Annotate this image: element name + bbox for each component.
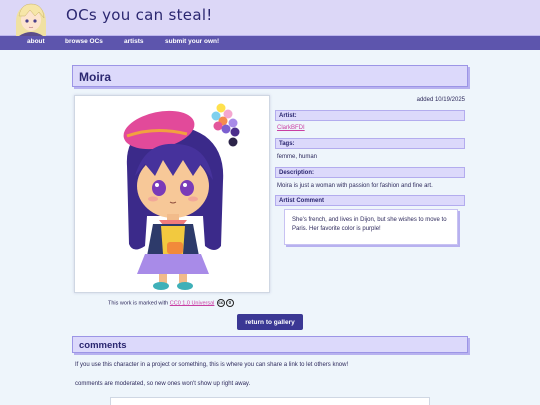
color-palette [211,103,240,147]
nav-link-artists[interactable]: artists [124,38,144,45]
site-title: OCs you can steal! [66,6,213,24]
character-name: Moira [79,70,112,84]
character-title-bar: Moira [72,65,468,87]
artist-heading: Artist: [275,110,465,121]
description-value: Moira is just a woman with passion for f… [277,183,433,189]
palette-dot [228,118,238,128]
palette-dot [221,124,231,134]
nav-link-browse[interactable]: browse OCs [65,38,103,45]
character-image [74,95,270,293]
main-nav: about browse OCs artists submit your own… [0,36,540,50]
license-prefix: This work is marked with [108,300,169,307]
artist-comment-box: She's french, and lives in Dijon, but sh… [284,209,458,245]
added-date: added 10/19/2025 [416,97,465,103]
tags-heading: Tags: [275,138,465,149]
comments-note: If you use this character in a project o… [75,362,349,368]
license-notice: This work is marked with CC0 1.0 Univers… [108,299,234,307]
palette-dot [216,103,226,113]
site-header: OCs you can steal! [0,0,540,36]
comment-form[interactable] [110,397,430,405]
comments-title-bar: comments [72,336,468,353]
palette-dot [228,137,238,147]
comments-heading: comments [79,340,127,351]
palette-dot [213,121,223,131]
return-to-gallery-button[interactable]: return to gallery [237,314,303,330]
palette-dot [230,127,240,137]
tags-value: femme, human [277,154,318,160]
artist-link[interactable]: ClarkBFDI [277,125,305,131]
moderation-note: comments are moderated, so new ones won'… [75,381,251,387]
cc-icon: cc [216,299,225,307]
artist-value: ClarkBFDI [277,125,305,131]
character-illustration [123,103,240,290]
mascot-avatar [16,3,46,36]
description-heading: Description: [275,167,465,178]
nav-link-about[interactable]: about [27,38,45,45]
artist-comment-heading: Artist Comment [275,195,465,206]
zero-icon: 0 [225,299,234,307]
nav-link-submit[interactable]: submit your own! [165,38,219,45]
license-link[interactable]: CC0 1.0 Universal [170,300,215,306]
